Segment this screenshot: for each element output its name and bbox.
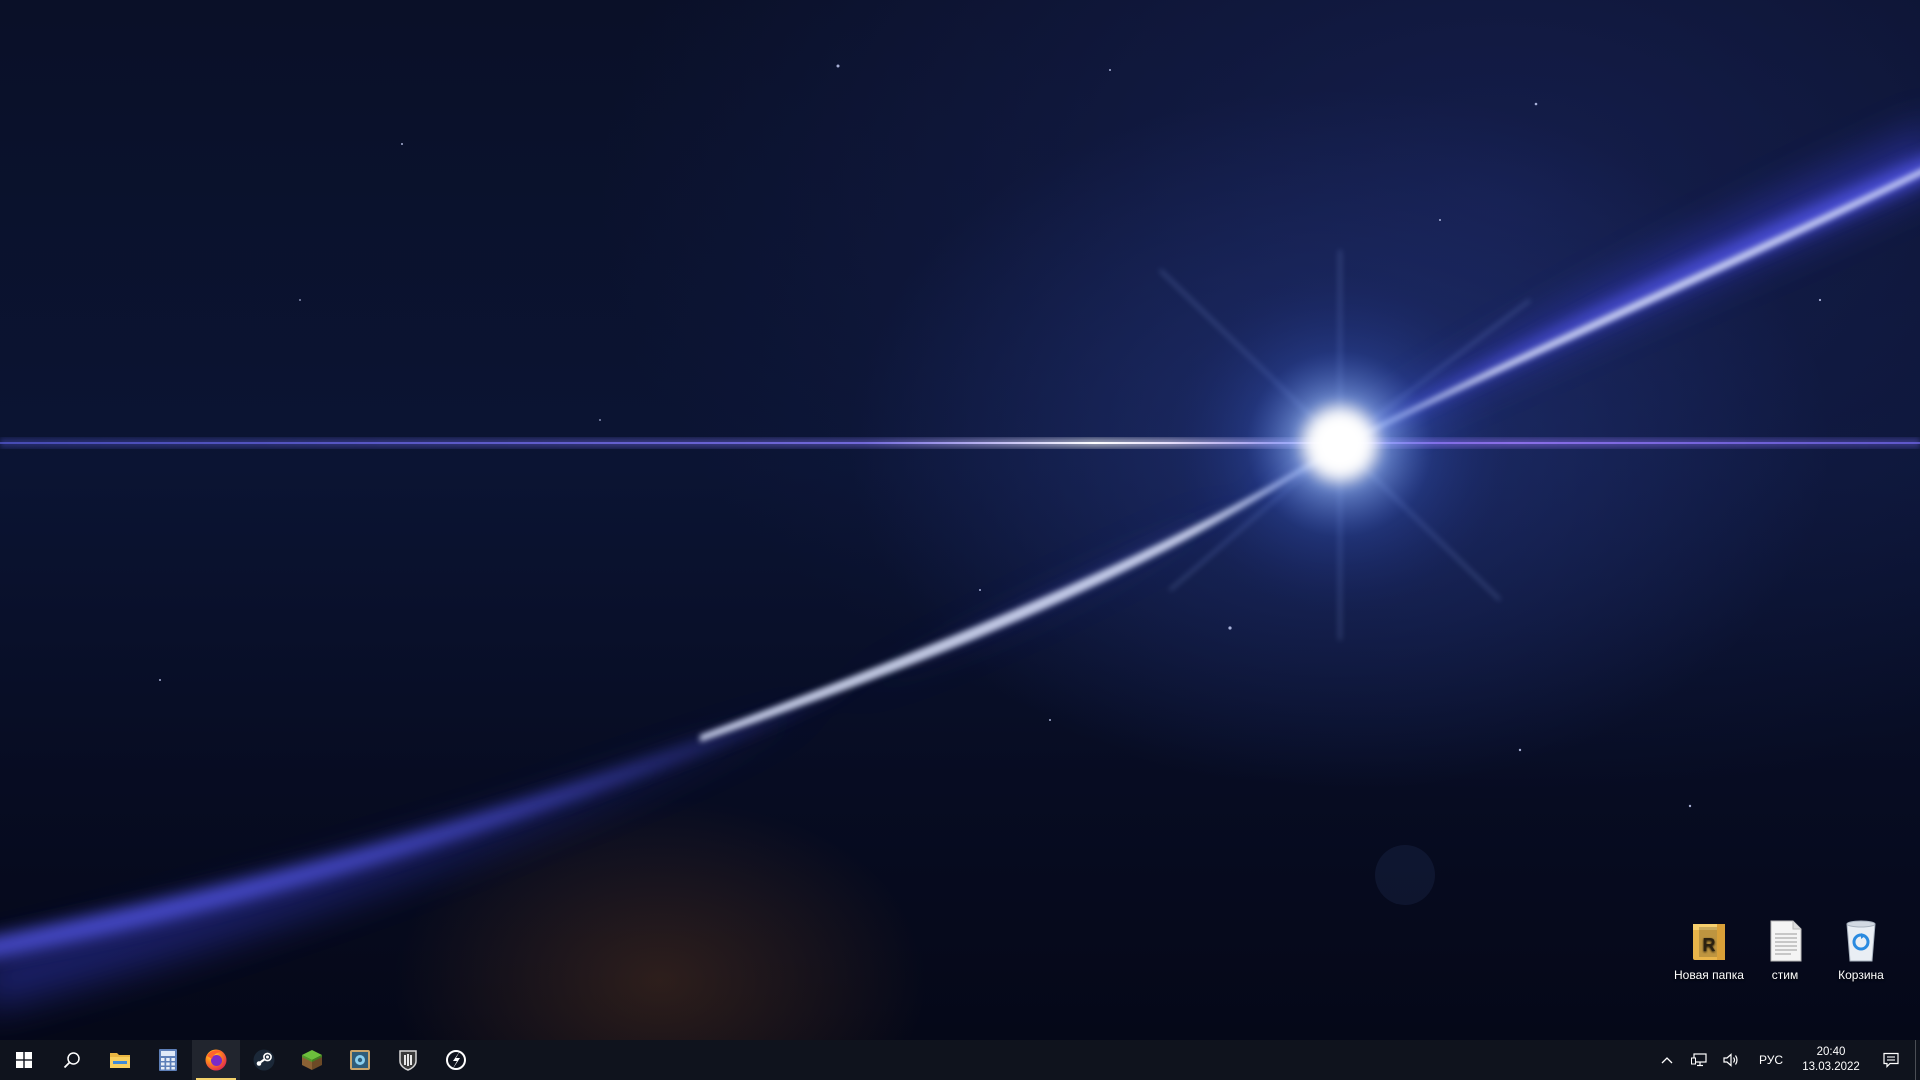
volume-button[interactable] bbox=[1715, 1040, 1747, 1080]
taskbar: РУС 20:40 13.03.2022 bbox=[0, 1040, 1920, 1080]
input-language-button[interactable]: РУС bbox=[1747, 1040, 1795, 1080]
clock-date: 13.03.2022 bbox=[1802, 1061, 1860, 1073]
folder-icon bbox=[110, 1053, 130, 1068]
chevron-up-icon bbox=[1661, 1057, 1673, 1064]
clock-button[interactable]: 20:40 13.03.2022 bbox=[1795, 1040, 1867, 1080]
input-language-label: РУС bbox=[1758, 1053, 1784, 1067]
action-center-button[interactable] bbox=[1867, 1040, 1915, 1080]
steam-icon bbox=[253, 1049, 275, 1071]
tank-shield-icon bbox=[399, 1050, 417, 1071]
search-icon bbox=[63, 1052, 80, 1069]
horizontal-light-line bbox=[0, 442, 1920, 444]
minecraft-grass-block-icon bbox=[302, 1050, 322, 1070]
desktop-icon-label: Корзина bbox=[1838, 968, 1884, 982]
svg-text:R: R bbox=[1703, 935, 1716, 955]
folder-icon: R bbox=[1693, 924, 1725, 960]
start-button[interactable] bbox=[0, 1040, 48, 1080]
taskbar-calculator[interactable] bbox=[144, 1040, 192, 1080]
taskbar-photo-app[interactable] bbox=[336, 1040, 384, 1080]
desktop-icon-recycle-bin[interactable]: Корзина bbox=[1823, 918, 1899, 994]
recycle-bin-icon bbox=[1846, 920, 1876, 962]
taskbar-firefox[interactable] bbox=[192, 1040, 240, 1080]
network-button[interactable] bbox=[1683, 1040, 1715, 1080]
speaker-icon bbox=[1723, 1053, 1738, 1067]
notification-icon bbox=[1883, 1052, 1899, 1068]
taskbar-world-of-tanks[interactable] bbox=[384, 1040, 432, 1080]
network-icon bbox=[1691, 1053, 1707, 1067]
clock-time: 20:40 bbox=[1816, 1046, 1846, 1058]
text-document-icon bbox=[1770, 920, 1802, 962]
photo-app-icon bbox=[350, 1050, 370, 1070]
star-core bbox=[1304, 408, 1376, 480]
desktop-wallpaper bbox=[0, 0, 1920, 1040]
show-hidden-icons-button[interactable] bbox=[1651, 1040, 1683, 1080]
calculator-icon bbox=[159, 1049, 177, 1071]
windows-logo-icon bbox=[16, 1052, 32, 1068]
lens-flare-orb bbox=[1375, 845, 1435, 905]
desktop-icon-label: Новая папка bbox=[1674, 968, 1744, 982]
desktop-icon-label: стим bbox=[1771, 968, 1799, 982]
desktop-icon-new-folder[interactable]: R Новая папка bbox=[1671, 918, 1747, 994]
taskbar-launcher[interactable] bbox=[432, 1040, 480, 1080]
system-tray: РУС 20:40 13.03.2022 bbox=[1651, 1040, 1920, 1080]
search-button[interactable] bbox=[48, 1040, 96, 1080]
desktop-icon-text-file[interactable]: стим bbox=[1747, 918, 1823, 994]
stars bbox=[159, 64, 1822, 808]
launcher-icon bbox=[446, 1050, 466, 1070]
show-desktop-button[interactable] bbox=[1915, 1040, 1920, 1080]
taskbar-file-explorer[interactable] bbox=[96, 1040, 144, 1080]
taskbar-steam[interactable] bbox=[240, 1040, 288, 1080]
taskbar-minecraft[interactable] bbox=[288, 1040, 336, 1080]
firefox-icon bbox=[205, 1049, 227, 1071]
